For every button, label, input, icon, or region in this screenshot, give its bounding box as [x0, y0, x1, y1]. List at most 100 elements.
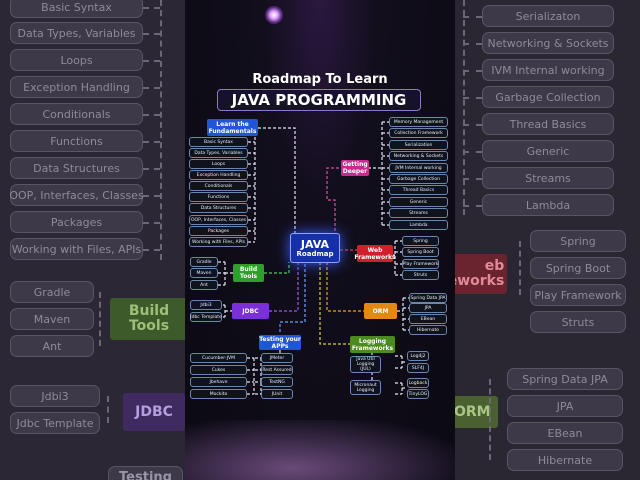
right-bg-item: Streams [482, 167, 614, 189]
left-bg-connector [143, 33, 160, 35]
fundamentals-item[interactable]: Functions [189, 192, 248, 202]
left-bg-testing-label: Testing [108, 466, 183, 480]
left-bg-item: Working with Files, APIs [10, 238, 143, 260]
fundamentals-item[interactable]: Conditionals [189, 181, 248, 191]
jdbc-item[interactable]: Jdbc Template [190, 312, 222, 322]
left-bg-item: OOP, Interfaces, Classes [9, 184, 144, 206]
orm-item[interactable]: Spring Data JPA [409, 293, 447, 303]
left-bg-item: Functions [10, 130, 143, 152]
left-bg-item: Exception Handling [10, 76, 143, 98]
right-bg-orm-item: Hibernate [507, 449, 623, 471]
roadmap-panel: Roadmap To Learn JAVA PROGRAMMING JAVA R… [185, 0, 455, 480]
right-bg-connector [463, 124, 482, 126]
orm-item[interactable]: EBean [409, 314, 447, 324]
fundamentals-item[interactable]: Loops [189, 159, 248, 169]
right-bg-connector [463, 97, 482, 99]
right-bg-web-label: eb eworks [455, 254, 507, 294]
getting-deeper-item[interactable]: Networking & Sockets [389, 151, 448, 161]
testing-item[interactable]: Rest Assured [261, 365, 293, 375]
testing-item[interactable]: Mockito [190, 389, 247, 399]
getting-deeper-item[interactable]: Collection Framework [389, 128, 448, 138]
left-bg-item: Packages [10, 211, 143, 233]
getting-deeper-item[interactable]: Memory Management [389, 117, 448, 127]
logging-item[interactable]: Log4j2 [407, 351, 429, 361]
left-bg-connector [107, 396, 109, 423]
testing-item[interactable]: JUnit [261, 389, 293, 399]
right-bg-item: Garbage Collection [482, 86, 614, 108]
logging-group-label[interactable]: Java Util Logging (JUL) [350, 356, 381, 373]
orm-item[interactable]: JPA [409, 303, 447, 313]
web-frameworks-item[interactable]: Spring Boot [402, 247, 439, 257]
fundamentals-item[interactable]: Working with Files, APIs [189, 237, 248, 247]
left-bg-connector [143, 195, 160, 197]
fundamentals-item[interactable]: Data Types, Variables [189, 148, 248, 158]
left-bg-item: Conditionals [10, 103, 143, 125]
web-frameworks-item[interactable]: Play Framework [402, 259, 439, 269]
testing-item[interactable]: TestNG [261, 377, 293, 387]
testing-item[interactable]: Cucumber-JVM [190, 353, 247, 363]
right-bg-connector [489, 379, 491, 460]
right-bg-connector [463, 70, 482, 72]
logging-group-label[interactable]: Micronaut Logging [350, 380, 381, 395]
right-bg-connector [519, 241, 521, 295]
left-bg-jdbc-label: JDBC [123, 393, 185, 431]
logging-item[interactable]: TinyLOG [407, 389, 429, 399]
right-bg-web-item: Spring [530, 230, 626, 252]
right-bg-item: Lambda [482, 194, 614, 216]
title-line-1: Roadmap To Learn [252, 72, 388, 87]
build-tools-label[interactable]: Build Tools [233, 264, 264, 282]
orm-item[interactable]: Hibernate [409, 325, 447, 335]
right-bg-connector [463, 178, 482, 180]
getting-deeper-item[interactable]: Streams [389, 208, 448, 218]
left-background-panel: Basic Syntax Data Types, Variables Loops… [0, 0, 185, 480]
jdbc-item[interactable]: Jdbi3 [190, 300, 222, 310]
build-tools-item[interactable]: Gradle [190, 257, 218, 267]
testing-item[interactable]: Jbehave [190, 377, 247, 387]
web-frameworks-label[interactable]: Web Frameworks [354, 245, 396, 262]
fundamentals-item[interactable]: OOP, Interfaces, Classes [189, 215, 248, 225]
fundamentals-label[interactable]: Learn the Fundamentals [207, 119, 258, 136]
left-bg-jdbc-item: Jdbc Template [10, 412, 100, 434]
left-bg-item: Data Types, Variables [10, 22, 143, 44]
fundamentals-item[interactable]: Data Structures [189, 203, 248, 213]
left-bg-build-label: Build Tools [110, 298, 185, 340]
logging-label[interactable]: Logging Frameworks [350, 336, 395, 353]
right-bg-orm-item: Spring Data JPA [507, 368, 623, 390]
right-bg-item: Serializaton [482, 5, 614, 27]
web-frameworks-item[interactable]: Spring [402, 236, 439, 246]
left-bg-connector [143, 141, 160, 143]
java-roadmap-hub[interactable]: JAVA Roadmap [290, 233, 340, 263]
orm-label[interactable]: ORM [364, 303, 397, 319]
logging-item[interactable]: SLF4J [407, 363, 429, 373]
getting-deeper-item[interactable]: Serialization [389, 140, 448, 150]
fundamentals-item[interactable]: Basic Syntax [189, 137, 248, 147]
build-tools-item[interactable]: Ant [190, 280, 218, 290]
right-bg-item: Thread Basics [482, 113, 614, 135]
left-bg-connector [143, 114, 160, 116]
getting-deeper-item[interactable]: JVM Internal working [389, 163, 448, 173]
logging-item[interactable]: Logback [407, 378, 429, 388]
getting-deeper-item[interactable]: Generic [389, 197, 448, 207]
left-bg-connector [143, 222, 160, 224]
getting-deeper-item[interactable]: Lambda [389, 220, 448, 230]
hub-line-1: JAVA [300, 237, 330, 251]
left-bg-connector [143, 249, 160, 251]
testing-label[interactable]: Testing your APPs [259, 335, 301, 350]
getting-deeper-label[interactable]: Getting Deeper [341, 160, 369, 176]
testing-item[interactable]: JMeter [261, 353, 293, 363]
getting-deeper-item[interactable]: Thread Basics [389, 185, 448, 195]
jdbc-label[interactable]: JDBC [232, 303, 269, 319]
right-bg-web-label-line1: eb [484, 258, 505, 274]
web-frameworks-item[interactable]: Struts [402, 270, 439, 280]
right-bg-orm-label: ORM [455, 396, 498, 428]
hub-line-2: Roadmap [296, 249, 334, 258]
fundamentals-item[interactable]: Exception Handling [189, 170, 248, 180]
build-tools-item[interactable]: Maven [190, 268, 218, 278]
right-bg-web-item: Play Framework [530, 284, 626, 306]
left-bg-jdbc-item: Jdbi3 [10, 385, 100, 407]
fundamentals-item[interactable]: Packages [189, 226, 248, 236]
left-bg-item: Loops [10, 49, 143, 71]
getting-deeper-item[interactable]: Garbage Collection [389, 174, 448, 184]
testing-item[interactable]: Cukes [190, 365, 247, 375]
right-bg-connector [463, 16, 482, 18]
